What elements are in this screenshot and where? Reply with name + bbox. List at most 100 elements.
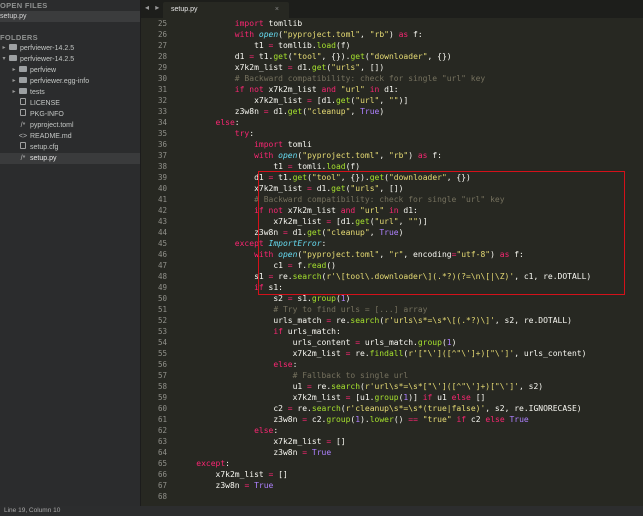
sidebar: OPEN FILES setup.py FOLDERS ▸ perfviewer-… [0,0,141,506]
code-line[interactable]: x7k2m_list = d1.get("urls", []) [177,183,591,194]
code-line[interactable]: # Try to find urls = [...] array [177,304,591,315]
chevron-down-icon[interactable]: ▾ [0,54,8,65]
code-line[interactable]: # Fallback to single url [177,370,591,381]
tab-label: setup.py [171,6,198,13]
code-area[interactable]: import tomllib with open("pyproject.toml… [177,18,591,502]
code-line[interactable]: if not x7k2m_list and "url" in d1: [177,205,591,216]
code-line[interactable] [177,491,591,502]
tree-item[interactable]: ▸ perfviewer-14.2.5 [0,43,140,54]
code-line[interactable]: c1 = f.read() [177,260,591,271]
tree-item[interactable]: ▸ tests [0,87,140,98]
line-number: 35 [157,129,167,138]
code-line[interactable]: s2 = s1.group(1) [177,293,591,304]
code-token: get [287,107,303,116]
code-token: get [355,217,370,226]
code-line[interactable]: with open("pyproject.toml", "rb") as f: [177,29,591,40]
tab-nav-arrows-icon[interactable]: ◂ ▸ [145,3,161,12]
code-line[interactable]: x7k2m_list = [] [177,469,591,480]
code-line[interactable]: x7k2m_list = [] [177,436,591,447]
open-file-item[interactable]: setup.py [0,11,140,22]
code-line[interactable]: d1 = t1.get("tool", {}).get("downloader"… [177,172,591,183]
code-line[interactable]: x7k2m_list = [d1.get("url", "")] [177,216,591,227]
line-number: 39 [157,173,167,182]
code-token: load [326,162,346,171]
code-line[interactable]: try: [177,128,591,139]
code-line[interactable]: d1 = t1.get("tool", {}).get("downloader"… [177,51,591,62]
tree-item[interactable]: /* pyproject.toml [0,120,140,131]
close-icon[interactable]: × [275,2,279,18]
code-token: ) [451,338,457,347]
code-line[interactable]: z3w8n = d1.get("cleanup", True) [177,227,591,238]
code-line[interactable]: z3w8n = True [177,447,591,458]
code-line[interactable]: with open("pyproject.toml", "r", encodin… [177,249,591,260]
code-token: x7k2m_list [177,217,327,226]
line-number: 65 [157,459,167,468]
code-line[interactable]: x7k2m_list = re.findall(r'["\']([^"\']+)… [177,348,591,359]
tree-item[interactable]: ▸ perfview [0,65,140,76]
tree-item[interactable]: LICENSE [0,98,140,109]
code-token: [d1. [331,217,356,226]
tree-item[interactable]: PKG-INFO [0,109,140,120]
code-line[interactable]: x7k2m_list = d1.get("urls", []) [177,62,591,73]
code-line[interactable]: # Backward compatibility: check for sing… [177,194,591,205]
code-line[interactable]: t1 = tomllib.load(f) [177,40,591,51]
code-line[interactable]: except: [177,458,591,469]
code-line[interactable]: x7k2m_list = [d1.get("url", "")] [177,95,591,106]
code-line[interactable]: else: [177,117,591,128]
code-token: "pyproject.toml" [302,151,380,160]
line-number: 59 [157,393,167,402]
tree-item-label: PKG-INFO [30,111,64,118]
code-token: , s2, re.IGNORECASE) [485,404,582,413]
code-line[interactable]: if not x7k2m_list and "url" in d1: [177,84,591,95]
chevron-right-icon[interactable]: ▸ [10,87,18,98]
code-token: z3w8n [177,481,245,490]
code-line[interactable]: urls_match = re.search(r'urls\s*=\s*\[(.… [177,315,591,326]
code-token: z3w8n [177,448,303,457]
code-line[interactable]: z3w8n = True [177,480,591,491]
tree-item[interactable]: ▾ perfviewer-14.2.5 [0,54,140,65]
code-line[interactable]: import tomli [177,139,591,150]
code-line[interactable]: x7k2m_list = [u1.group(1)] if u1 else [] [177,392,591,403]
code-line[interactable]: s1 = re.search(r'\[tool\.downloader\](.*… [177,271,591,282]
code-line[interactable]: u1 = re.search(r'url\s*=\s*["\']([^"\']+… [177,381,591,392]
code-token: get [350,52,365,61]
code-line[interactable]: if urls_match: [177,326,591,337]
code-line[interactable]: c2 = re.search(r'cleanup\s*=\s*(true|fal… [177,403,591,414]
code-line[interactable]: z3w8n = d1.get("cleanup", True) [177,106,591,117]
code-line[interactable]: with open("pyproject.toml", "rb") as f: [177,150,591,161]
chevron-right-icon[interactable]: ▸ [10,65,18,76]
code-editor[interactable]: 25 26 27 28 29 30 31 32 33 34 35 36 37 38 39 40 41 42 43 44… [141,18,643,506]
tab-setup-py[interactable]: setup.py × [163,2,289,18]
tree-item[interactable]: /* setup.py [0,153,140,164]
code-line[interactable]: # Backward compatibility: check for sing… [177,73,591,84]
code-line[interactable]: if s1: [177,282,591,293]
code-token: d1: [398,206,418,215]
tree-item[interactable]: ▸ perfviewer.egg-info [0,76,140,87]
code-token: x7k2m_list [177,470,269,479]
code-token: r'cleanup\s*=\s*(true|false)' [345,404,486,413]
code-token: , s2, re.DOTALL) [494,316,572,325]
code-line[interactable]: import tomllib [177,18,591,29]
code-token: ) [490,250,500,259]
code-line[interactable]: else: [177,359,591,370]
code-line[interactable]: urls_content = urls_match.group(1) [177,337,591,348]
code-line[interactable]: t1 = tomli.load(f) [177,161,591,172]
tree-item[interactable]: setup.cfg [0,142,140,153]
code-token: t1. [254,52,274,61]
code-line[interactable]: except ImportError: [177,238,591,249]
cursor-position: Line 19, Column 10 [4,507,61,514]
code-token: z3w8n [177,228,283,237]
code-token: , {}). [321,52,351,61]
code-token: : [225,459,230,468]
chevron-right-icon[interactable]: ▸ [0,43,8,54]
code-token: in [369,85,380,94]
code-line[interactable]: else: [177,425,591,436]
code-token: ) [408,151,418,160]
code-token: # Backward compatibility: check for sing… [177,74,486,83]
chevron-right-icon[interactable]: ▸ [10,76,18,87]
code-line[interactable]: z3w8n = c2.group(1).lower() == "true" if… [177,414,591,425]
code-token: x7k2m_list [177,437,327,446]
tree-item[interactable]: <> README.md [0,131,140,142]
